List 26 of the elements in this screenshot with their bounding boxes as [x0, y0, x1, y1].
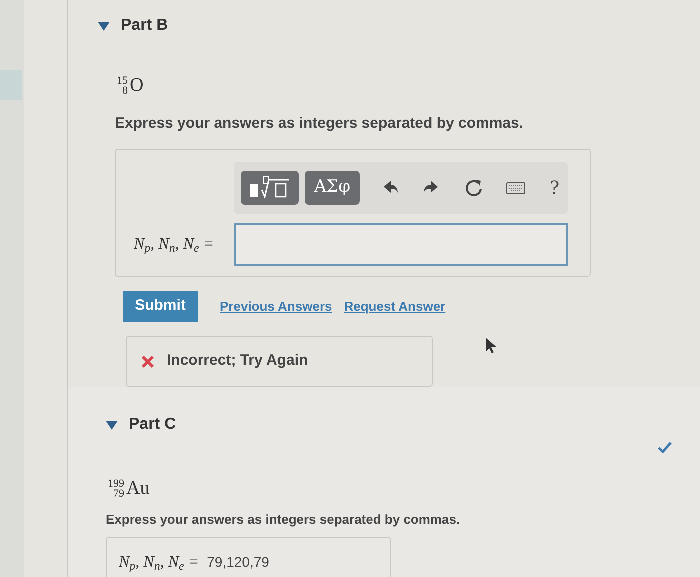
answer-input[interactable]	[234, 223, 568, 266]
part-title[interactable]: Part C	[129, 413, 176, 437]
answer-label: N$_{p}$, N$_{n}$, N$_{e}$ =	[134, 234, 216, 256]
reset-icon[interactable]	[464, 179, 484, 197]
answer-link[interactable]: Request Answer	[344, 296, 446, 316]
mass-number: 199	[108, 479, 124, 490]
caret-icon[interactable]	[98, 22, 110, 30]
answer-label: N$_{p}$, N$_{n}$, N$_{e}$ =	[119, 552, 200, 574]
feedback-text: Incorrect; Try Again	[167, 351, 308, 372]
answer-link[interactable]: Previous Answers	[220, 296, 332, 316]
element-symbol: Au	[126, 477, 150, 501]
mouse-pointer-icon	[486, 338, 497, 354]
x-icon	[141, 354, 155, 368]
atomic-number: 8	[122, 86, 128, 96]
answer-value: 79,120,79	[207, 553, 270, 572]
symbols-button[interactable]: ΑΣφ	[305, 171, 360, 205]
submit-button[interactable]: Submit	[123, 291, 198, 322]
help-button[interactable]: ?	[550, 174, 560, 202]
mass-number: 15	[117, 76, 128, 86]
part-title[interactable]: Part B	[121, 14, 168, 38]
templates-button[interactable]	[241, 171, 299, 205]
instruction-text: Express your answers as integers separated by commas.	[115, 114, 525, 134]
atomic-number: 79	[114, 489, 124, 500]
element-symbol: O	[130, 74, 144, 98]
caret-icon[interactable]	[106, 420, 118, 430]
instruction-text: Express your answers as integers separated by commas.	[106, 510, 462, 529]
